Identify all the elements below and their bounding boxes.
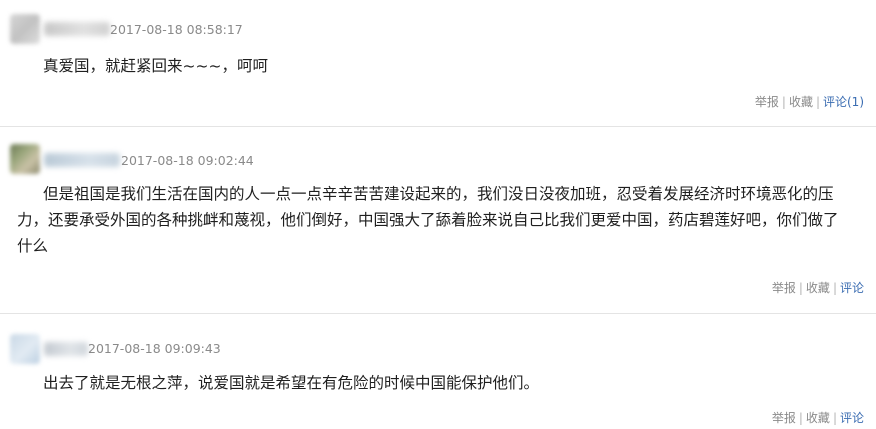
comment-text: 出去了就是无根之萍，说爱国就是希望在有危险的时候中国能保护他们。	[43, 370, 539, 396]
action-separator: |	[832, 281, 837, 295]
comment-text-line: 真爱国，就赶紧回来~~~，呵呵	[43, 57, 268, 75]
action-separator: |	[781, 95, 786, 109]
username-blurred[interactable]	[44, 342, 88, 356]
favorite-link[interactable]: 收藏	[806, 281, 830, 295]
favorite-link[interactable]: 收藏	[806, 411, 830, 425]
favorite-link[interactable]: 收藏	[789, 95, 813, 109]
action-separator: |	[798, 281, 803, 295]
avatar[interactable]	[10, 14, 40, 44]
comment-actions: 举报 | 收藏 | 评论	[772, 280, 864, 296]
comment-item: 2017-08-18 09:02:44 但是祖国是我们生活在国内的人一点一点辛辛…	[0, 127, 876, 313]
comment-timestamp: 2017-08-18 09:02:44	[121, 153, 254, 168]
comment-text: 真爱国，就赶紧回来~~~，呵呵	[43, 53, 268, 79]
comment-timestamp: 2017-08-18 09:09:43	[88, 341, 221, 356]
comment-actions: 举报 | 收藏 | 评论	[772, 410, 864, 426]
report-link[interactable]: 举报	[772, 411, 796, 425]
comment-text: 但是祖国是我们生活在国内的人一点一点辛辛苦苦建设起来的，我们没日没夜加班，忍受着…	[17, 181, 839, 259]
comment-link[interactable]: 评论	[840, 281, 864, 295]
report-link[interactable]: 举报	[755, 95, 779, 109]
avatar[interactable]	[10, 334, 40, 364]
comment-item: 2017-08-18 09:09:43 出去了就是无根之萍，说爱国就是希望在有危…	[0, 314, 876, 429]
comment-actions: 举报 | 收藏 | 评论(1)	[755, 94, 864, 110]
username-blurred[interactable]	[44, 153, 120, 167]
action-separator: |	[798, 411, 803, 425]
comment-text-line: 什么	[17, 237, 49, 255]
username-blurred[interactable]	[44, 22, 110, 36]
comment-text-line: 力，还要承受外国的各种挑衅和蔑视，他们倒好，中国强大了舔着脸来说自己比我们更爱中…	[17, 211, 839, 229]
comment-link[interactable]: 评论	[840, 411, 864, 425]
comment-link[interactable]: 评论(1)	[823, 95, 864, 109]
comment-text-line: 但是祖国是我们生活在国内的人一点一点辛辛苦苦建设起来的，我们没日没夜加班，忍受着…	[43, 185, 834, 203]
comment-text-line: 出去了就是无根之萍，说爱国就是希望在有危险的时候中国能保护他们。	[43, 374, 540, 392]
avatar[interactable]	[10, 144, 40, 174]
action-separator: |	[815, 95, 820, 109]
action-separator: |	[832, 411, 837, 425]
comment-timestamp: 2017-08-18 08:58:17	[110, 22, 243, 37]
report-link[interactable]: 举报	[772, 281, 796, 295]
comment-item: 2017-08-18 08:58:17 真爱国，就赶紧回来~~~，呵呵 举报 | 收…	[0, 0, 876, 126]
